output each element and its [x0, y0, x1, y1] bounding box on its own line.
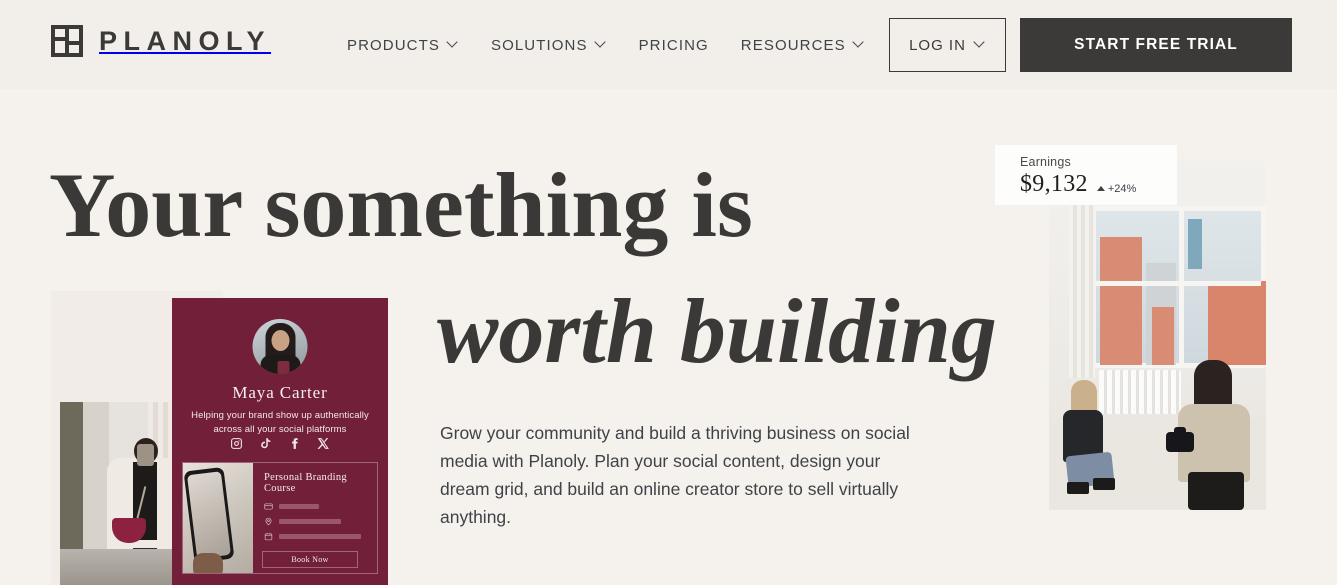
facebook-icon[interactable] — [288, 437, 301, 450]
course-details: Personal Branding Course Book Now — [253, 463, 377, 573]
earnings-label: Earnings — [1020, 155, 1071, 169]
hero-headline-line2: worth building — [437, 280, 997, 382]
avatar — [252, 319, 308, 374]
window-decoration — [1091, 206, 1266, 368]
hero-body-text: Grow your community and build a thriving… — [440, 423, 910, 527]
tiktok-icon[interactable] — [259, 437, 272, 450]
nav-label: PRICING — [638, 37, 709, 54]
brand-name: PLANOLY — [99, 25, 272, 56]
nav-label: SOLUTIONS — [490, 37, 588, 54]
earnings-delta: +24% — [1096, 182, 1137, 195]
earnings-card: Earnings $9,132 +24% — [995, 145, 1177, 205]
site-header: PLANOLY PRODUCTS SOLUTIONS PRICING RESOU… — [0, 0, 1337, 89]
studio-photo — [1049, 158, 1266, 510]
page-root: PLANOLY PRODUCTS SOLUTIONS PRICING RESOU… — [0, 0, 1337, 585]
chevron-down-icon — [854, 38, 865, 49]
creator-name: Maya Carter — [232, 383, 328, 402]
chevron-down-icon — [448, 38, 459, 49]
primary-navigation: PRODUCTS SOLUTIONS PRICING RESOURCES — [345, 33, 867, 58]
social-links — [172, 437, 388, 450]
nav-label: PRODUCTS — [347, 37, 440, 54]
nav-item-resources[interactable]: RESOURCES — [739, 33, 867, 58]
log-in-label: LOG IN — [909, 36, 966, 54]
earnings-row: $9,132 +24% — [1020, 172, 1163, 196]
creator-profile-card: Maya Carter Helping your brand show up a… — [172, 298, 388, 585]
placeholder-bar — [279, 519, 341, 524]
triangle-up-icon — [1096, 186, 1105, 191]
header-actions: LOG IN START FREE TRIAL — [889, 18, 1292, 72]
planoly-grid-logo-icon — [51, 25, 83, 57]
chevron-down-icon — [975, 38, 986, 49]
seated-woman — [1057, 380, 1119, 498]
course-card: Personal Branding Course Book Now — [182, 462, 378, 574]
book-now-button[interactable]: Book Now — [262, 551, 358, 568]
calendar-icon — [264, 532, 273, 541]
instagram-icon[interactable] — [230, 437, 243, 450]
log-in-button[interactable]: LOG IN — [889, 18, 1006, 72]
earnings-delta-value: +24% — [1107, 182, 1137, 195]
nav-item-pricing[interactable]: PRICING — [637, 33, 711, 58]
course-thumbnail — [183, 463, 253, 573]
chevron-down-icon — [596, 38, 607, 49]
x-icon[interactable] — [317, 437, 330, 450]
course-detail-row — [264, 502, 368, 511]
camera-icon — [1166, 427, 1194, 452]
photographer-woman — [1166, 360, 1256, 510]
credit-card-icon — [264, 502, 273, 511]
placeholder-bar — [279, 504, 319, 509]
placeholder-bar — [279, 534, 361, 539]
earnings-value: $9,132 — [1020, 171, 1088, 197]
nav-item-solutions[interactable]: SOLUTIONS — [489, 33, 609, 58]
start-free-trial-button[interactable]: START FREE TRIAL — [1020, 18, 1292, 72]
nav-label: RESOURCES — [740, 37, 846, 54]
brand-logo[interactable]: PLANOLY — [51, 25, 271, 57]
course-detail-row — [264, 532, 368, 541]
creator-bio: Helping your brand show up authentically… — [191, 410, 369, 435]
location-pin-icon — [264, 517, 273, 526]
course-title: Personal Branding Course — [264, 472, 347, 494]
course-detail-row — [264, 517, 368, 526]
nav-item-products[interactable]: PRODUCTS — [345, 33, 461, 58]
hero-headline-line1: Your something is — [49, 154, 753, 256]
